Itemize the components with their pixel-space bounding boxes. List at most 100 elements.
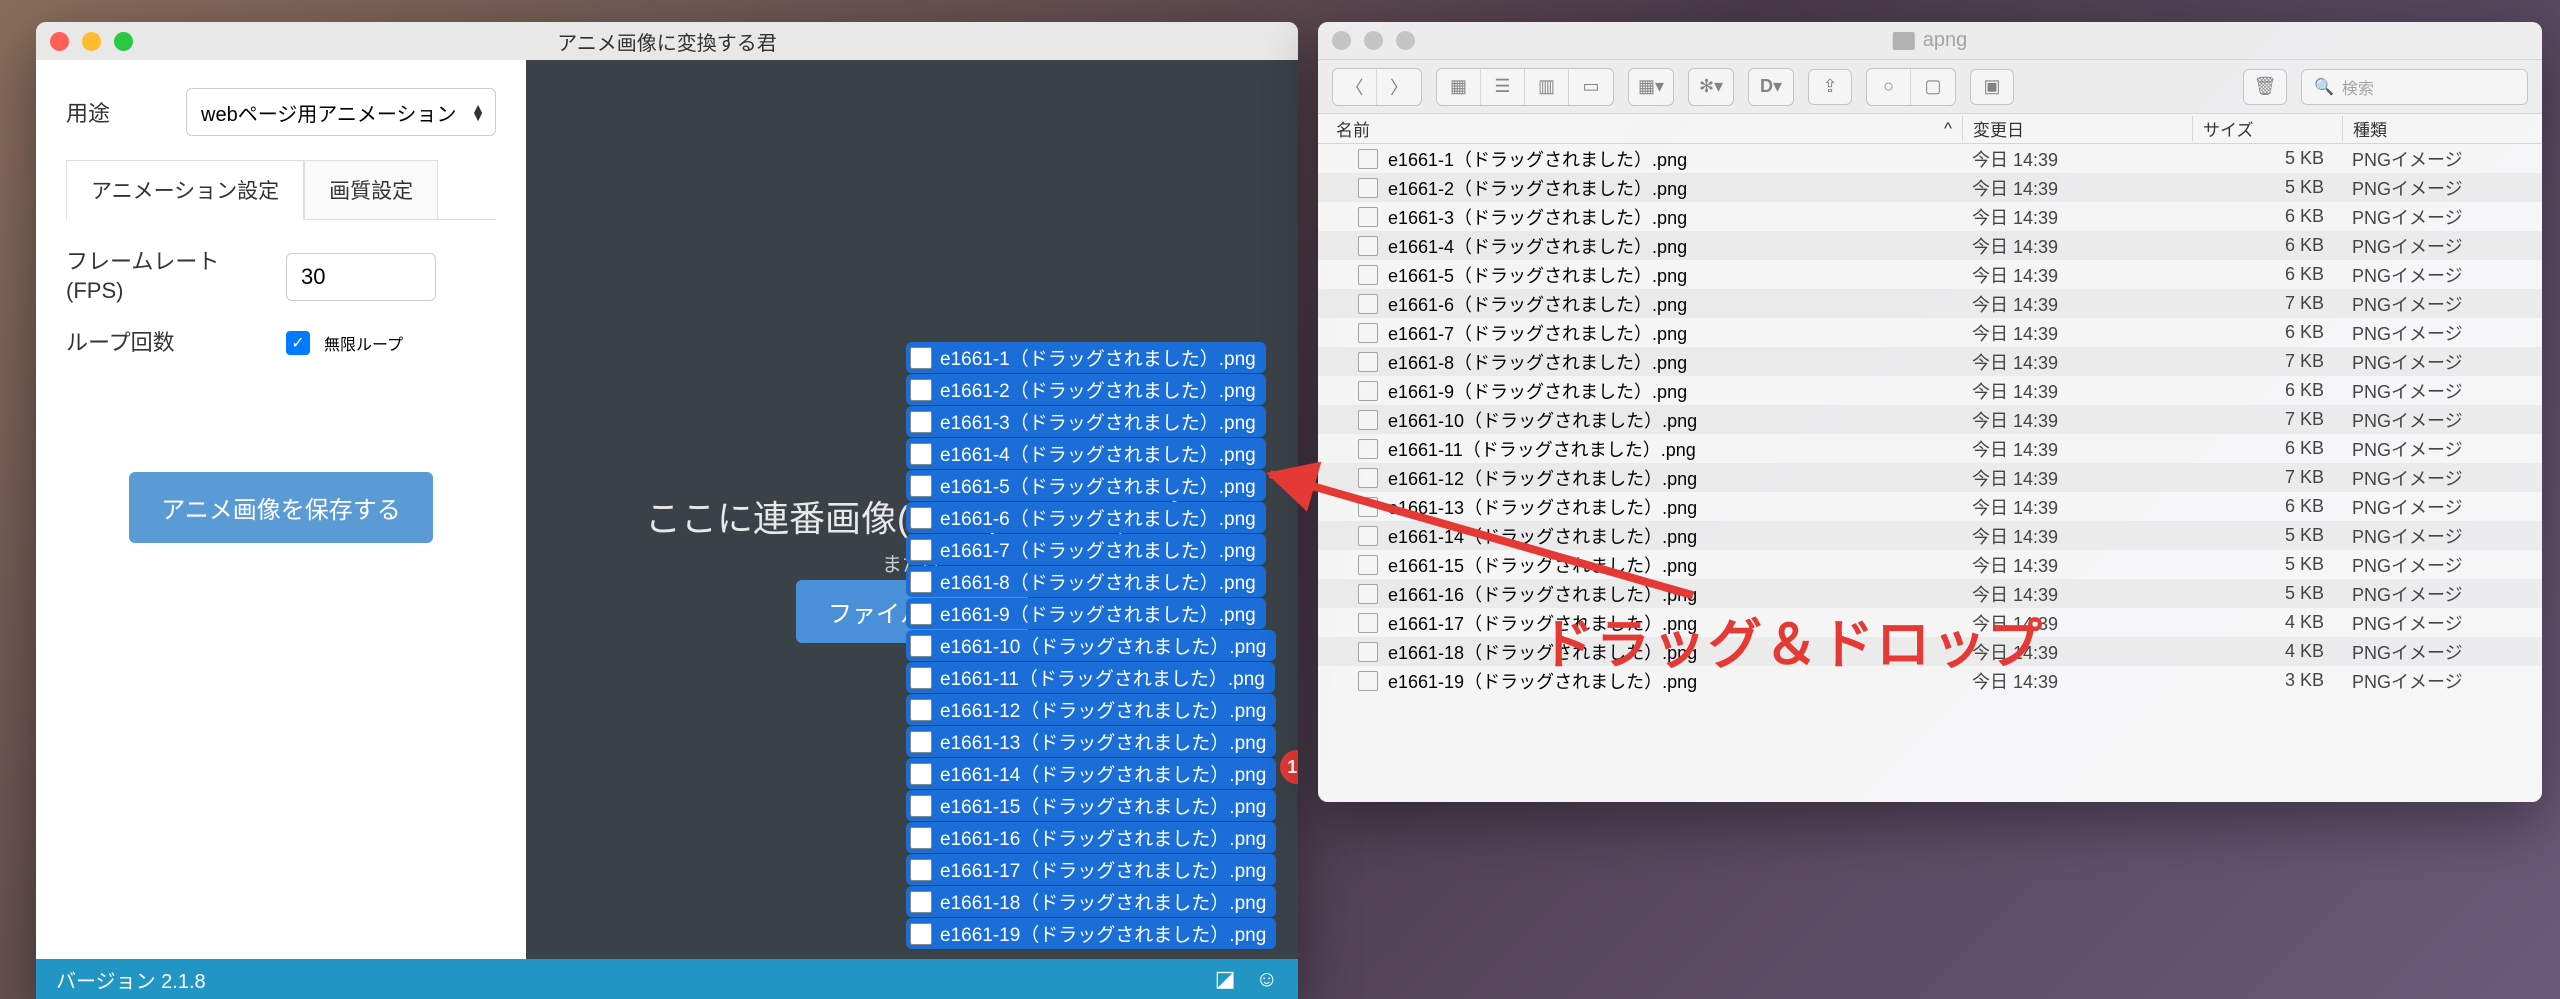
maximize-window-icon[interactable]: [114, 32, 133, 51]
file-size: 5 KB: [2192, 148, 2342, 169]
close-window-icon[interactable]: [1332, 31, 1351, 50]
usage-value: webページ用アニメーション: [201, 98, 457, 127]
drag-file-item: e1661-16（ドラッグされました）.png: [906, 822, 1276, 853]
drag-file-item: e1661-15（ドラッグされました）.png: [906, 790, 1276, 821]
view-icon-button[interactable]: ▦: [1437, 69, 1481, 105]
column-size[interactable]: サイズ: [2192, 116, 2342, 141]
usage-select[interactable]: webページ用アニメーション ▲▼: [186, 88, 496, 136]
finder-row[interactable]: e1661-13（ドラッグされました）.png今日 14:396 KBPNGイメ…: [1318, 492, 2542, 521]
finder-row[interactable]: e1661-2（ドラッグされました）.png今日 14:395 KBPNGイメー…: [1318, 173, 2542, 202]
file-icon: [1358, 294, 1378, 314]
drag-file-item: e1661-1（ドラッグされました）.png: [906, 342, 1266, 373]
file-icon: [910, 859, 932, 881]
drag-file-item: e1661-6（ドラッグされました）.png: [906, 502, 1266, 533]
smile-icon[interactable]: ☺: [1256, 966, 1278, 992]
drag-file-item: e1661-17（ドラッグされました）.png: [906, 854, 1276, 885]
drag-file-name: e1661-1（ドラッグされました）.png: [940, 344, 1256, 371]
file-kind: PNGイメージ: [2342, 320, 2542, 346]
finder-row[interactable]: e1661-11（ドラッグされました）.png今日 14:396 KBPNGイメ…: [1318, 434, 2542, 463]
search-input[interactable]: 🔍 検索: [2301, 69, 2528, 105]
view-gallery-button[interactable]: ▭: [1569, 69, 1613, 105]
drag-file-name: e1661-6（ドラッグされました）.png: [940, 504, 1256, 531]
folder-button[interactable]: ▢: [1911, 69, 1955, 105]
finder-row[interactable]: e1661-15（ドラッグされました）.png今日 14:395 KBPNGイメ…: [1318, 550, 2542, 579]
tag-button[interactable]: ○: [1867, 69, 1911, 105]
share-button[interactable]: ⇪: [1808, 69, 1852, 105]
drop-area[interactable]: ここに連番画像(PNG)をドロップ または ファイルを選択 19 e1661-1…: [526, 60, 1298, 959]
finder-row[interactable]: e1661-8（ドラッグされました）.png今日 14:397 KBPNGイメー…: [1318, 347, 2542, 376]
dragging-files: 19 e1661-1（ドラッグされました）.pnge1661-2（ドラッグされま…: [906, 342, 1276, 950]
file-name: e1661-7（ドラッグされました）.png: [1388, 320, 1687, 346]
version-label: バージョン 2.1.8: [56, 965, 206, 994]
forward-button[interactable]: 〉: [1377, 69, 1421, 105]
drag-file-name: e1661-10（ドラッグされました）.png: [940, 632, 1266, 659]
file-kind: PNGイメージ: [2342, 436, 2542, 462]
finder-row[interactable]: e1661-1（ドラッグされました）.png今日 14:395 KBPNGイメー…: [1318, 144, 2542, 173]
column-kind[interactable]: 種類: [2342, 116, 2542, 141]
file-icon: [910, 571, 932, 593]
file-kind: PNGイメージ: [2342, 291, 2542, 317]
file-name: e1661-12（ドラッグされました）.png: [1388, 465, 1697, 491]
finder-row[interactable]: e1661-5（ドラッグされました）.png今日 14:396 KBPNGイメー…: [1318, 260, 2542, 289]
file-name: e1661-2（ドラッグされました）.png: [1388, 175, 1687, 201]
arrange-button[interactable]: ▦▾: [1629, 69, 1673, 105]
trash-button[interactable]: 🗑: [2243, 69, 2287, 105]
drag-file-name: e1661-18（ドラッグされました）.png: [940, 888, 1266, 915]
file-kind: PNGイメージ: [2342, 233, 2542, 259]
loop-checkbox[interactable]: ✓: [286, 331, 310, 355]
minimize-window-icon[interactable]: [1364, 31, 1383, 50]
file-kind: PNGイメージ: [2342, 465, 2542, 491]
file-icon: [910, 763, 932, 785]
file-icon: [1358, 381, 1378, 401]
finder-row[interactable]: e1661-9（ドラッグされました）.png今日 14:396 KBPNGイメー…: [1318, 376, 2542, 405]
finder-titlebar: apng: [1318, 22, 2542, 60]
file-size: 7 KB: [2192, 293, 2342, 314]
file-name: e1661-5（ドラッグされました）.png: [1388, 262, 1687, 288]
file-size: 5 KB: [2192, 525, 2342, 546]
file-kind: PNGイメージ: [2342, 407, 2542, 433]
file-icon: [1358, 468, 1378, 488]
back-button[interactable]: 〈: [1333, 69, 1377, 105]
finder-row[interactable]: e1661-10（ドラッグされました）.png今日 14:397 KBPNGイメ…: [1318, 405, 2542, 434]
file-date: 今日 14:39: [1962, 262, 2192, 288]
app-titlebar: アニメ画像に変換する君: [36, 22, 1298, 60]
drag-file-item: e1661-18（ドラッグされました）.png: [906, 886, 1276, 917]
column-name[interactable]: 名前^: [1318, 116, 1962, 141]
file-date: 今日 14:39: [1962, 349, 2192, 375]
file-size: 7 KB: [2192, 467, 2342, 488]
finder-row[interactable]: e1661-7（ドラッグされました）.png今日 14:396 KBPNGイメー…: [1318, 318, 2542, 347]
finder-row[interactable]: e1661-6（ドラッグされました）.png今日 14:397 KBPNGイメー…: [1318, 289, 2542, 318]
finder-row[interactable]: e1661-3（ドラッグされました）.png今日 14:396 KBPNGイメー…: [1318, 202, 2542, 231]
tab-animation[interactable]: アニメーション設定: [66, 160, 304, 220]
folder-icon: [1893, 32, 1915, 50]
save-button[interactable]: アニメ画像を保存する: [129, 472, 433, 543]
file-size: 5 KB: [2192, 583, 2342, 604]
finder-row[interactable]: e1661-4（ドラッグされました）.png今日 14:396 KBPNGイメー…: [1318, 231, 2542, 260]
dropbox-button[interactable]: D▾: [1749, 69, 1793, 105]
action-button[interactable]: ✻▾: [1689, 69, 1733, 105]
view-column-button[interactable]: ▥: [1525, 69, 1569, 105]
tab-quality[interactable]: 画質設定: [304, 160, 438, 219]
drag-file-name: e1661-19（ドラッグされました）.png: [940, 920, 1266, 947]
file-icon: [1358, 526, 1378, 546]
close-window-icon[interactable]: [50, 32, 69, 51]
finder-window: apng 〈 〉 ▦ ☰ ▥ ▭ ▦▾ ✻▾ D▾ ⇪ ○ ▢ ▣ 🗑 🔍 検索…: [1318, 22, 2542, 802]
file-icon: [1358, 352, 1378, 372]
minimize-window-icon[interactable]: [82, 32, 101, 51]
file-name: e1661-1（ドラッグされました）.png: [1388, 146, 1687, 172]
fps-input[interactable]: [286, 253, 436, 301]
file-size: 4 KB: [2192, 641, 2342, 662]
column-date[interactable]: 変更日: [1962, 116, 2192, 141]
view-list-button[interactable]: ☰: [1481, 69, 1525, 105]
file-size: 6 KB: [2192, 206, 2342, 227]
drag-file-name: e1661-12（ドラッグされました）.png: [940, 696, 1266, 723]
finder-file-list: e1661-1（ドラッグされました）.png 今日 14:39 5 KB PNGイメー…: [1318, 144, 2542, 802]
help-icon[interactable]: ◪: [1215, 966, 1236, 992]
quicklook-button[interactable]: ▣: [1970, 69, 2014, 105]
loop-label: ループ回数: [66, 329, 266, 358]
finder-title: apng: [1893, 29, 1968, 52]
finder-row[interactable]: e1661-12（ドラッグされました）.png今日 14:397 KBPNGイメ…: [1318, 463, 2542, 492]
maximize-window-icon[interactable]: [1396, 31, 1415, 50]
file-icon: [1358, 671, 1378, 691]
file-size: 6 KB: [2192, 380, 2342, 401]
